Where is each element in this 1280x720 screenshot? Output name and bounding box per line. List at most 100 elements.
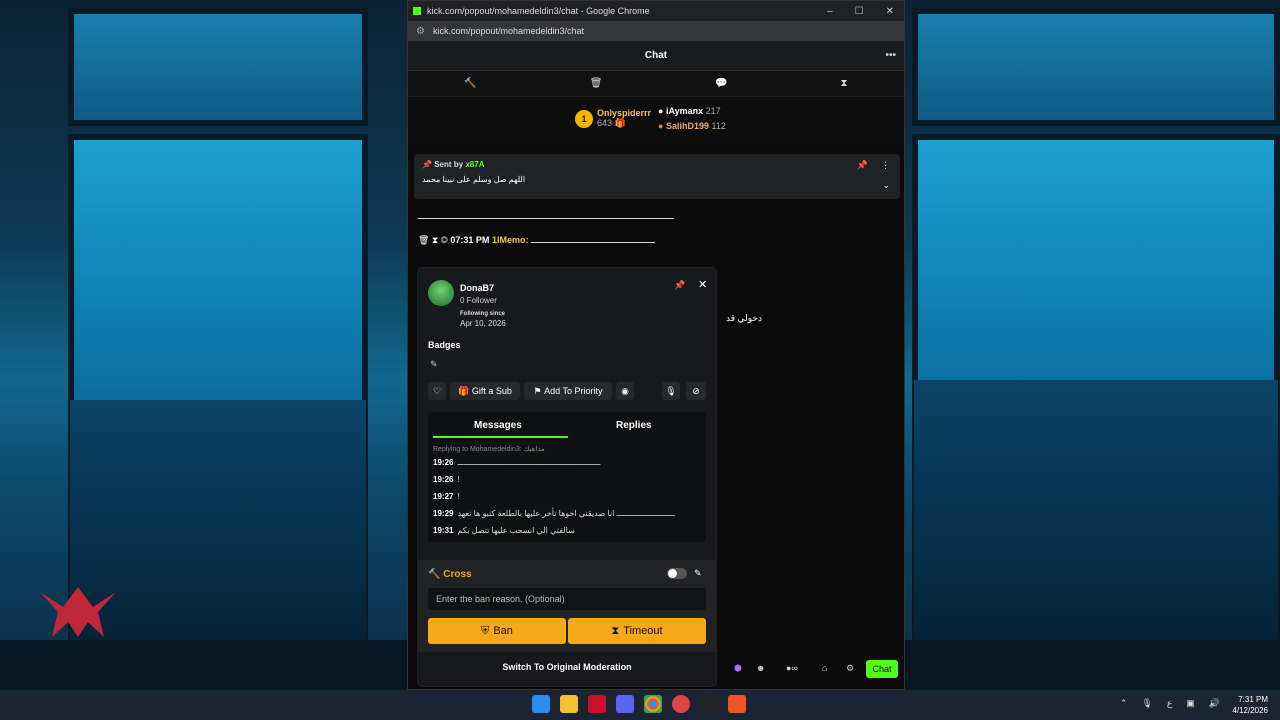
hammer-icon[interactable]: 🔨 — [464, 78, 476, 89]
timeout-button[interactable]: ⧗ Timeout — [568, 618, 706, 644]
ban-button[interactable]: ⛨ Ban — [428, 618, 566, 644]
chat-bubble-icon[interactable]: 💬 — [715, 78, 727, 89]
leader-name: iAymanx — [665, 106, 704, 116]
card-username[interactable]: DonaB7 — [460, 283, 494, 293]
emote-icon[interactable]: ⬢ — [734, 663, 742, 674]
chat-title: Chat — [644, 50, 668, 61]
mod-toolbar: 🔨 🗑 💬 ⧗ — [408, 71, 904, 97]
add-priority-button[interactable]: ⚑ Add To Priority — [524, 382, 612, 400]
leaderboard-second[interactable]: ● iAymanx 217 — [658, 106, 721, 116]
window-pane — [912, 8, 1280, 126]
store-icon[interactable]: ⌂ — [822, 663, 827, 673]
tab-messages[interactable]: Messages — [474, 420, 522, 431]
app-icon[interactable] — [672, 695, 690, 713]
close-icon[interactable]: ✕ — [698, 278, 707, 291]
list-item[interactable]: 19:27! — [433, 492, 460, 501]
leader-count: 217 — [705, 106, 721, 116]
microphone-icon[interactable]: 🎙 — [1141, 698, 1152, 709]
leaderboard-third[interactable]: ● SalihD199 112 — [658, 121, 726, 131]
chat-message[interactable]: ــــــــــــــــــــــــــــــــــــــــ… — [418, 211, 674, 222]
list-item[interactable]: 19:26! — [433, 475, 460, 484]
chevron-down-icon[interactable]: ⌄ — [882, 180, 890, 191]
send-chat-button[interactable]: Chat — [866, 660, 898, 678]
message-text: ــــــــــــــــــــــــــــــــــــــــ… — [457, 458, 601, 467]
settings-icon[interactable]: ⚙ — [846, 663, 854, 674]
bronze-medal-icon: ● — [658, 121, 664, 131]
pinned-message[interactable]: 📌 Sent by x87A اللهم صل وسلم على نبينا م… — [414, 154, 900, 199]
switch-moderation-link[interactable]: Switch To Original Moderation — [418, 662, 716, 672]
pencil-icon[interactable]: ✎ — [430, 359, 438, 370]
address-bar[interactable]: ⚙ kick.com/popout/mohamedeldin3/chat — [408, 21, 904, 41]
chat-message[interactable]: 🗑 ⧗ ◎ 07:31 PM 1lMemo: ـــــــــــــــــ… — [418, 235, 655, 246]
url-text: kick.com/popout/mohamedeldin3/chat — [432, 26, 585, 36]
avatar — [428, 280, 454, 306]
eye-icon: ◉ — [621, 385, 629, 396]
volume-icon[interactable]: 🔊 — [1209, 698, 1220, 709]
message-time: 19:27 — [433, 492, 454, 501]
gift-sub-button[interactable]: 🎁 Gift a Sub — [450, 382, 520, 400]
pinned-user[interactable]: x87A — [465, 160, 484, 169]
chevron-up-icon[interactable]: ⌃ — [1120, 698, 1128, 709]
list-item[interactable]: 19:26 ـــــــــــــــــــــــــــــــــــ… — [433, 458, 600, 467]
system-tray: ⌃ 🎙 ع ▣ 🔊 — [1120, 698, 1220, 709]
moderation-panel: 🔨 Cross ✎ ⛨Ban ⧗Timeout — [418, 560, 716, 652]
user-plus-icon: ⚑ — [533, 385, 545, 396]
pinned-text: اللهم صل وسلم على نبينا محمد — [422, 175, 526, 184]
gift-icon: 🎁 — [614, 118, 626, 128]
hourglass-icon: ⧗ — [611, 624, 620, 637]
maximize-button[interactable]: ☐ — [855, 6, 864, 17]
window-title: kick.com/popout/mohamedeldin3/chat - Goo… — [427, 6, 650, 16]
close-window-button[interactable]: ✕ — [886, 6, 894, 17]
clock[interactable]: 7:31 PM 4/12/2026 — [1232, 694, 1268, 716]
follow-button[interactable]: ♡ — [428, 382, 446, 400]
rule-name: Cross — [443, 569, 472, 580]
start-icon[interactable] — [532, 695, 550, 713]
adobe-icon[interactable] — [588, 695, 606, 713]
pinned-menu-icon[interactable]: ⋮ — [881, 160, 890, 171]
clock-time: 7:31 PM — [1238, 695, 1268, 704]
emoji-icon[interactable]: ☻ — [756, 663, 765, 673]
kick-icon — [413, 7, 421, 15]
active-tab-indicator — [433, 436, 568, 438]
discord-icon[interactable] — [616, 695, 634, 713]
message-text: ــــــــــــــــــــــــــــــــــــــــ… — [418, 211, 674, 221]
file-explorer-icon[interactable] — [560, 695, 578, 713]
rule-toggle[interactable] — [667, 568, 687, 579]
rule-label: 🔨 Cross — [428, 569, 472, 580]
network-icon[interactable]: ▣ — [1186, 698, 1195, 709]
block-button[interactable]: ⊘ — [686, 382, 706, 400]
list-item[interactable]: 19:31 سالفتي الي انسحب عليها تتصل بكم — [433, 526, 575, 535]
ban-label: Ban — [493, 625, 513, 637]
site-settings-icon[interactable]: ⚙ — [416, 26, 425, 37]
mute-button[interactable]: 🎙 — [662, 382, 680, 400]
streamer-logo-icon — [40, 587, 116, 637]
trash-icon[interactable]: 🗑 — [590, 78, 603, 89]
brave-icon[interactable] — [728, 695, 746, 713]
chat-fragment: دخولي قد — [726, 313, 762, 323]
mic-off-icon: 🎙 — [665, 385, 677, 396]
language-indicator[interactable]: ع — [1167, 698, 1172, 709]
mod-icons[interactable]: 🗑 ⧗ ◎ — [418, 235, 448, 245]
pencil-icon[interactable]: ✎ — [694, 568, 702, 579]
watch-button[interactable]: ◉ — [616, 382, 634, 400]
pin-card-icon[interactable]: 📌 — [674, 280, 685, 291]
epic-games-icon[interactable] — [700, 695, 718, 713]
leader-name: Onlyspiderrr — [597, 108, 652, 118]
chrome-icon[interactable] — [644, 695, 662, 713]
minimize-button[interactable]: – — [827, 6, 833, 17]
user-card: DonaB7 0 Follower Following since Apr 10… — [418, 268, 716, 686]
unpin-icon[interactable]: 📌 — [857, 160, 868, 171]
leaderboard-first[interactable]: 1 Onlyspiderrr 643 🎁 — [575, 108, 651, 129]
tab-replies[interactable]: Replies — [616, 420, 652, 431]
hourglass-icon[interactable]: ⧗ — [841, 78, 848, 89]
message-history: Messages Replies Replying to Mohamedeldi… — [428, 412, 706, 542]
more-options-icon[interactable]: ••• — [885, 50, 896, 61]
list-item[interactable]: 19:29 ـــــــــــــــــــــــــ انا صديقت… — [433, 509, 675, 518]
points-icon[interactable]: ●∞ — [786, 663, 798, 673]
message-user[interactable]: 1lMemo: — [492, 235, 529, 245]
reply-context: Replying to Mohamedeldin3: مذاهبك — [433, 446, 545, 453]
rank-medal: 1 — [575, 109, 593, 128]
message-time: 19:26 — [433, 458, 454, 467]
ban-reason-input[interactable] — [428, 588, 706, 610]
message-text: ـــــــــــــــــــــــــ انا صديقتي اخو… — [457, 509, 676, 518]
